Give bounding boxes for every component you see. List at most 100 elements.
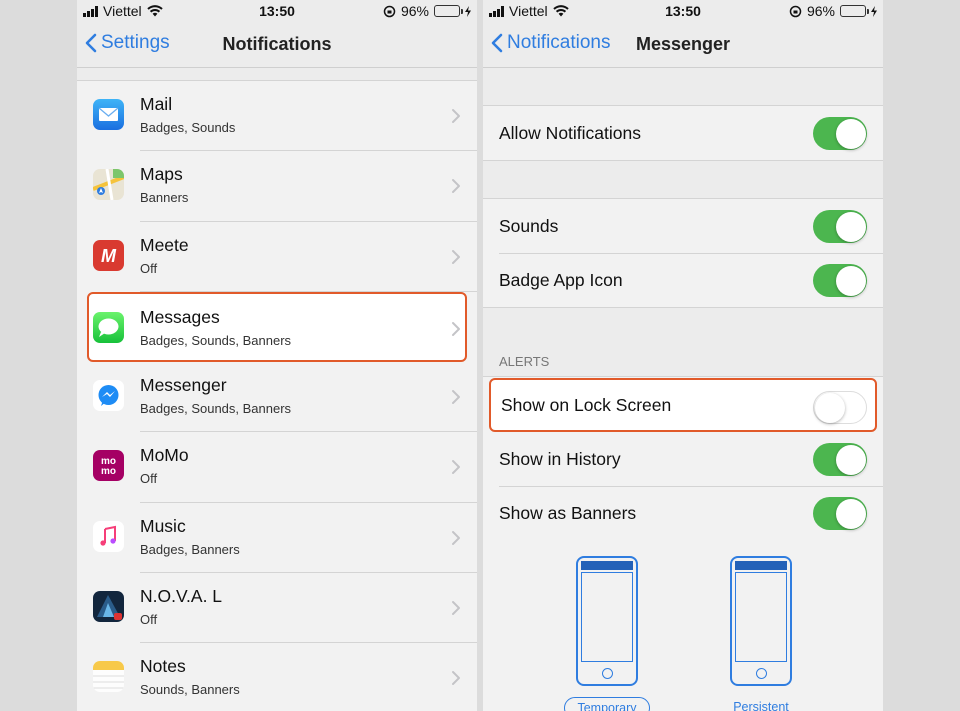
chevron-right-icon — [452, 460, 460, 475]
sounds-row: Sounds — [483, 199, 883, 253]
app-row-maps[interactable]: Maps Banners — [77, 151, 477, 222]
app-notification-summary: Sounds, Banners — [140, 682, 240, 698]
app-notification-summary: Badges, Sounds, Banners — [140, 401, 292, 417]
show-as-banners-toggle[interactable] — [813, 497, 867, 530]
app-row-music[interactable]: Music Badges, Banners — [77, 503, 477, 574]
phone-screen-outline — [735, 572, 787, 662]
app-notification-summary: Badges, Sounds — [140, 120, 236, 135]
show-in-history-toggle[interactable] — [813, 443, 867, 476]
toggle-knob — [835, 118, 866, 149]
chevron-right-icon — [452, 390, 460, 405]
badge-app-icon-row: Badge App Icon — [483, 253, 883, 307]
app-row-messenger[interactable]: Messenger Badges, Sounds, Banners — [77, 362, 477, 433]
banner-preview-bar — [581, 561, 633, 570]
chevron-right-icon — [452, 530, 460, 545]
temporary-option[interactable]: Temporary — [564, 697, 650, 711]
chevron-right-icon — [452, 179, 460, 194]
page-title: Messenger — [636, 34, 731, 54]
messages-icon — [93, 311, 124, 343]
nav-bar: Notifications Messenger — [483, 22, 883, 68]
nova-icon — [93, 591, 124, 623]
app-row-meete[interactable]: M Meete Off — [77, 222, 477, 293]
charging-icon — [465, 5, 471, 17]
nav-bar: Settings Notifications — [77, 22, 477, 68]
chevron-right-icon — [452, 601, 460, 616]
app-notification-summary: Off — [140, 612, 158, 628]
app-name: Mail — [140, 94, 173, 114]
sounds-label: Sounds — [499, 215, 559, 236]
persistent-option[interactable]: Persistent — [718, 697, 804, 711]
app-name: Notes — [140, 656, 186, 677]
app-list: Mail Badges, Sounds Maps Banners M Meete Off Me… — [77, 80, 477, 711]
orientation-lock-icon — [789, 5, 802, 17]
app-row-mail[interactable]: Mail Badges, Sounds — [77, 81, 477, 152]
meete-icon: M — [93, 239, 124, 271]
badge-app-icon-toggle[interactable] — [813, 264, 867, 297]
status-bar: Viettel 13:50 96% — [77, 0, 477, 22]
allow-group: Allow Notifications — [483, 105, 883, 161]
back-label: Notifications — [507, 32, 611, 53]
toggle-knob — [835, 265, 866, 296]
battery-percent: 96% — [806, 3, 835, 19]
back-button[interactable]: Notifications — [491, 32, 611, 54]
show-on-lock-screen-toggle[interactable] — [813, 391, 867, 424]
toggle-knob — [815, 392, 845, 423]
show-in-history-row: Show in History — [483, 432, 883, 486]
home-button-icon — [756, 668, 767, 679]
app-row-n-o-v-a-l[interactable]: N.O.V.A. L Off — [77, 573, 477, 644]
status-bar: Viettel 13:50 96% — [483, 0, 883, 22]
messenger-notifications-screen: Viettel 13:50 96% Notifications Messenge… — [483, 0, 883, 711]
temporary-banner-preview[interactable] — [576, 556, 638, 686]
app-notification-summary: Off — [140, 260, 158, 276]
app-name: Messages — [140, 306, 220, 327]
chevron-right-icon — [452, 249, 460, 264]
app-notification-summary: Banners — [140, 190, 189, 206]
sounds-toggle[interactable] — [813, 210, 867, 243]
messenger-icon — [93, 380, 124, 412]
persistent-banner-preview[interactable] — [730, 556, 792, 686]
orientation-lock-icon — [383, 5, 396, 17]
page-title: Notifications — [222, 34, 332, 54]
alerts-group: Show on Lock Screen Show in History Show… — [483, 376, 883, 711]
battery-icon — [434, 5, 463, 17]
allow-notifications-toggle[interactable] — [813, 117, 867, 150]
chevron-left-icon — [491, 33, 503, 53]
allow-notifications-label: Allow Notifications — [499, 122, 641, 143]
chevron-right-icon — [452, 671, 460, 686]
alerts-section-header: ALERTS — [499, 354, 550, 369]
notes-icon — [93, 661, 124, 693]
app-name: N.O.V.A. L — [140, 586, 223, 607]
toggle-knob — [835, 498, 866, 529]
app-notification-summary: Off — [140, 471, 158, 487]
app-name: Maps — [140, 164, 183, 185]
app-notification-summary: Badges, Banners — [140, 541, 240, 557]
toggle-knob — [835, 444, 866, 475]
show-on-lock-screen-row: Show on Lock Screen — [489, 378, 877, 432]
app-row-messages[interactable]: Messages Badges, Sounds, Banners — [87, 291, 467, 363]
charging-icon — [871, 5, 877, 17]
app-name: MoMo — [140, 445, 189, 466]
chevron-right-icon — [452, 321, 460, 336]
app-name: Music — [140, 515, 186, 536]
app-name: Meete — [140, 234, 189, 255]
banner-preview-bar — [735, 561, 787, 570]
show-as-banners-label: Show as Banners — [499, 502, 637, 523]
show-as-banners-row: Show as Banners — [483, 486, 883, 540]
show-on-lock-screen-label: Show on Lock Screen — [501, 394, 672, 415]
maps-icon — [93, 169, 124, 201]
home-button-icon — [602, 668, 613, 679]
app-row-notes[interactable]: Notes Sounds, Banners — [77, 643, 477, 711]
app-notification-summary: Badges, Sounds, Banners — [140, 332, 292, 348]
svg-text:M: M — [101, 246, 117, 266]
momo-icon: mo mo — [93, 450, 124, 482]
mail-icon — [93, 99, 124, 130]
svg-text:mo: mo — [101, 466, 116, 477]
battery-percent: 96% — [400, 3, 429, 19]
music-icon — [93, 520, 124, 552]
badge-app-icon-label: Badge App Icon — [499, 269, 623, 290]
phone-screen-outline — [581, 572, 633, 662]
show-in-history-label: Show in History — [499, 448, 621, 469]
chevron-right-icon — [452, 109, 460, 123]
app-row-momo[interactable]: mo mo MoMo Off — [77, 432, 477, 504]
